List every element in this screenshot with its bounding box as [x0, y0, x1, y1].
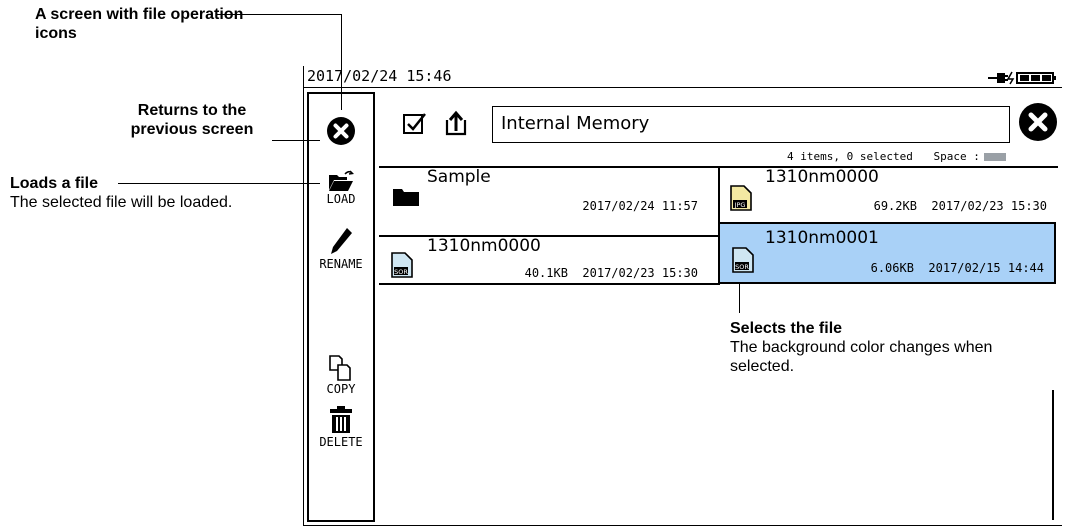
status-datetime: 2017/02/24 15:46: [307, 67, 452, 85]
file-item[interactable]: SOR 1310nm0000 40.1KB 2017/02/23 15:30: [381, 236, 718, 284]
sor-file-icon: SOR: [391, 252, 413, 278]
copy-label: COPY: [326, 382, 356, 396]
leader-line: [118, 183, 320, 184]
checkbox-check-icon: [403, 113, 426, 134]
annotation-load: Loads a file The selected file will be l…: [10, 174, 295, 212]
items-count: 4 items, 0 selected: [787, 150, 913, 163]
load-button[interactable]: LOAD: [309, 170, 373, 206]
file-size: 6.06KB: [870, 261, 914, 275]
annotation-screen: A screen with file operation icons: [35, 5, 255, 43]
scrollbar[interactable]: [1052, 390, 1054, 520]
rename-label: RENAME: [319, 257, 363, 271]
space-value-redacted: [983, 153, 1006, 161]
file-date: 2017/02/23 15:30: [931, 199, 1047, 213]
path-text: Internal Memory: [501, 113, 650, 134]
space-label: Space :: [933, 150, 980, 163]
file-name: Sample: [427, 167, 491, 187]
rename-button[interactable]: RENAME: [309, 227, 373, 271]
file-badge: SOR: [735, 263, 749, 271]
file-operation-sidebar: LOAD RENAME COPY DELETE: [307, 92, 375, 522]
file-item[interactable]: JPG 1310nm0000 69.2KB 2017/02/23 15:30: [720, 167, 1057, 217]
file-size: 40.1KB: [524, 266, 568, 280]
file-size-date: 40.1KB 2017/02/23 15:30: [525, 266, 698, 280]
back-button[interactable]: [309, 116, 373, 146]
items-info: 4 items, 0 selected Space :: [787, 150, 1006, 163]
battery-icon: [986, 70, 1058, 89]
file-size: 69.2KB: [873, 199, 917, 213]
file-item[interactable]: Sample 2017/02/24 11:57: [381, 167, 718, 217]
status-bar: 2017/02/24 15:46: [303, 66, 1062, 88]
file-badge: JPG: [734, 201, 746, 209]
copy-icon: [329, 355, 351, 381]
pencil-icon: [331, 228, 352, 254]
file-size-date: 6.06KB 2017/02/15 14:44: [871, 261, 1044, 275]
close-button[interactable]: [1018, 102, 1058, 146]
file-date: 2017/02/23 15:30: [582, 266, 698, 280]
file-name: 1310nm0000: [427, 236, 541, 256]
file-name: 1310nm0001: [765, 228, 879, 248]
upload-folder-icon: [445, 110, 467, 136]
annotation-back-title: Returns to the previous screen: [130, 102, 254, 138]
copy-button[interactable]: COPY: [309, 354, 373, 396]
parent-folder-button[interactable]: [445, 110, 469, 140]
file-item-selected[interactable]: SOR 1310nm0001 6.06KB 2017/02/15 14:44: [718, 222, 1056, 284]
delete-button[interactable]: DELETE: [309, 405, 373, 449]
file-size-date: 69.2KB 2017/02/23 15:30: [874, 199, 1047, 213]
annotation-back: Returns to the previous screen: [112, 101, 272, 139]
file-badge: SOR: [394, 268, 408, 276]
load-label: LOAD: [326, 192, 356, 206]
jpg-file-icon: JPG: [730, 185, 752, 211]
sor-file-icon: SOR: [732, 247, 754, 273]
leader-line: [216, 14, 342, 15]
file-date: 2017/02/24 11:57: [582, 199, 698, 213]
delete-label: DELETE: [319, 435, 363, 449]
close-icon: [327, 117, 355, 145]
folder-icon: [393, 189, 419, 206]
file-date: 2017/02/15 14:44: [928, 261, 1044, 275]
trash-icon: [330, 406, 352, 433]
path-field[interactable]: Internal Memory: [492, 106, 1010, 143]
annotation-screen-title: A screen with file operation icons: [35, 6, 244, 42]
file-name: 1310nm0000: [765, 167, 879, 187]
open-folder-icon: [329, 170, 354, 191]
close-icon: [1019, 103, 1057, 141]
annotation-load-desc: The selected file will be loaded.: [10, 194, 233, 211]
select-all-button[interactable]: [402, 110, 428, 140]
annotation-load-title: Loads a file: [10, 175, 99, 192]
